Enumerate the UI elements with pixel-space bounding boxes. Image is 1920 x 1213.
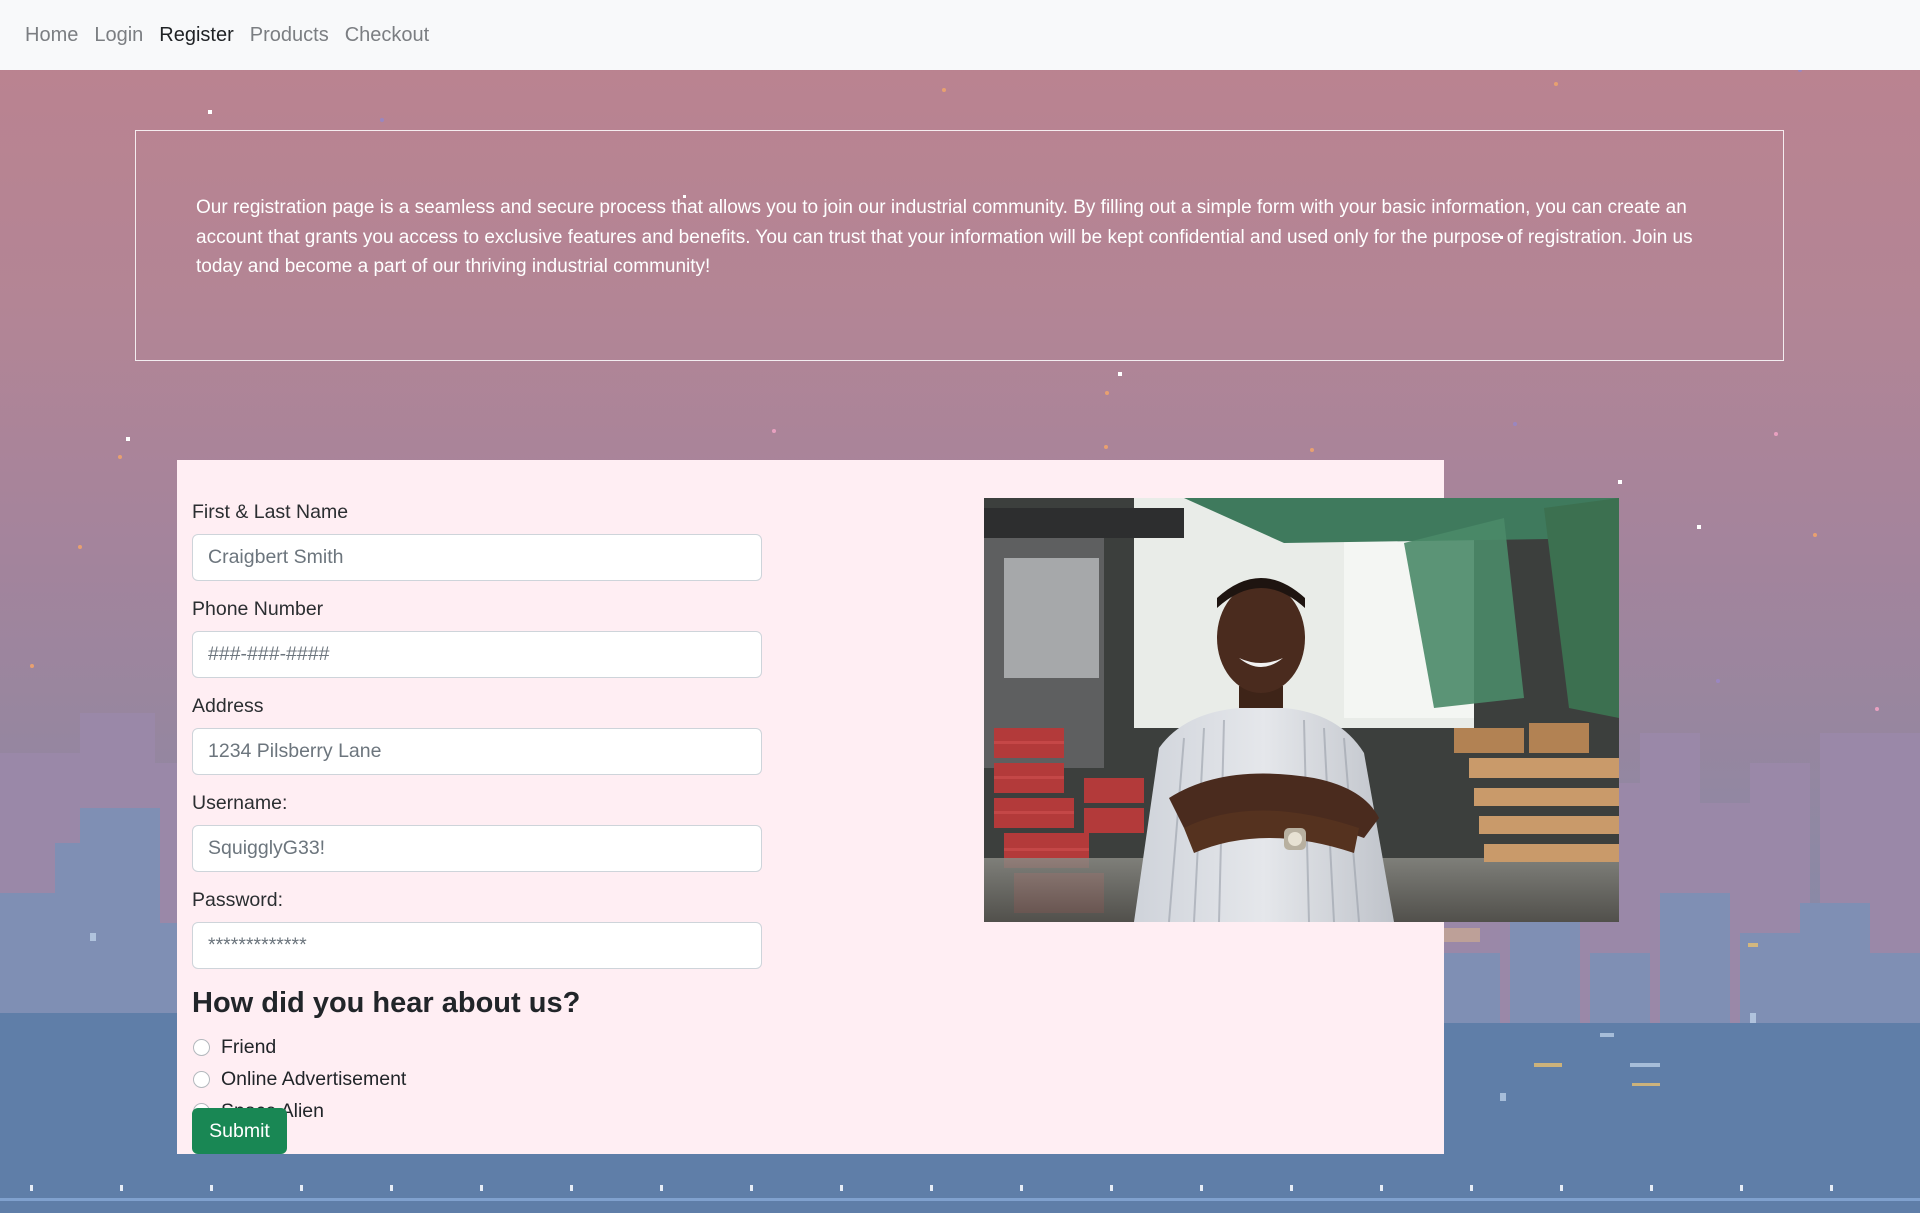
radio-button[interactable]: [193, 1038, 210, 1056]
registration-form: First & Last Name Phone Number Address U…: [192, 500, 762, 1127]
top-navbar: Home Login Register Products Checkout: [0, 0, 1920, 70]
radio-label: Friend: [221, 1035, 277, 1058]
radio-button[interactable]: [193, 1070, 210, 1088]
referral-option-friend[interactable]: Friend: [192, 1031, 762, 1063]
name-label: First & Last Name: [192, 501, 349, 523]
username-label: Username:: [192, 792, 288, 814]
nav-products-link[interactable]: Products: [250, 24, 329, 47]
intro-box: Our registration page is a seamless and …: [135, 130, 1784, 361]
warehouse-worker-photo: [984, 498, 1619, 922]
name-input[interactable]: [192, 534, 762, 581]
radio-label: Online Advertisement: [221, 1067, 407, 1090]
referral-question-heading: How did you hear about us?: [192, 987, 581, 1019]
nav-register-link[interactable]: Register: [159, 24, 233, 47]
password-label: Password:: [192, 889, 284, 911]
submit-button[interactable]: Submit: [192, 1108, 287, 1154]
password-input[interactable]: [192, 922, 762, 969]
nav-home-link[interactable]: Home: [25, 24, 78, 47]
nav-checkout-link[interactable]: Checkout: [345, 24, 430, 47]
referral-option-online-ad[interactable]: Online Advertisement: [192, 1063, 762, 1095]
phone-label: Phone Number: [192, 598, 324, 620]
phone-input[interactable]: [192, 631, 762, 678]
address-input[interactable]: [192, 728, 762, 775]
username-input[interactable]: [192, 825, 762, 872]
intro-text: Our registration page is a seamless and …: [196, 197, 1693, 277]
nav-login-link[interactable]: Login: [94, 24, 143, 47]
address-label: Address: [192, 695, 264, 717]
